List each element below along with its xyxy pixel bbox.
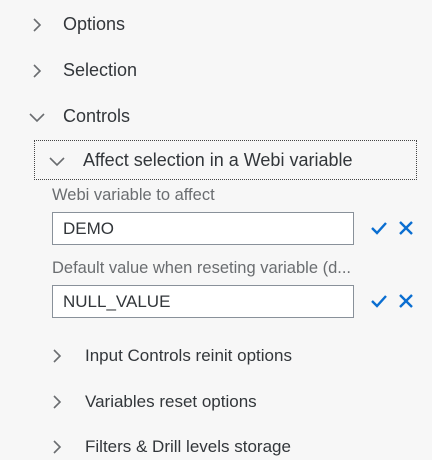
chevron-right-icon <box>48 438 66 456</box>
chevron-right-icon <box>28 16 46 34</box>
tree-item-label: Variables reset options <box>85 392 257 411</box>
tree-item-label: Input Controls reinit options <box>85 346 292 365</box>
tree-item-label: Controls <box>63 106 131 126</box>
tree-item-storage[interactable]: Filters & Drill levels storage <box>48 437 291 457</box>
close-icon[interactable] <box>397 292 415 310</box>
tree-item-options[interactable]: Options <box>28 14 125 35</box>
checkmark-icon[interactable] <box>370 292 388 310</box>
chevron-down-icon <box>28 108 46 126</box>
tree-item-label: Affect selection in a Webi variable <box>83 150 353 170</box>
tree-item-controls[interactable]: Controls <box>28 106 130 127</box>
tree-item-label: Options <box>63 14 126 34</box>
tree-item-selection[interactable]: Selection <box>28 60 137 81</box>
chevron-down-icon <box>48 152 66 170</box>
checkmark-icon[interactable] <box>370 219 388 237</box>
close-icon[interactable] <box>397 219 415 237</box>
tree-item-reinit-options[interactable]: Input Controls reinit options <box>48 346 292 366</box>
chevron-right-icon <box>48 393 66 411</box>
properties-panel: Options Selection Controls Affect select… <box>0 0 432 460</box>
default-field-caption: Default value when reseting variable (d.… <box>52 259 351 277</box>
tree-item-label: Selection <box>63 60 138 80</box>
tree-item-reset-options[interactable]: Variables reset options <box>48 392 257 412</box>
default-value-input[interactable] <box>52 285 354 318</box>
tree-item-affect-selection[interactable]: Affect selection in a Webi variable <box>48 150 352 171</box>
variable-input[interactable] <box>52 212 354 245</box>
chevron-right-icon <box>28 62 46 80</box>
variable-field-caption: Webi variable to affect <box>52 186 215 204</box>
chevron-right-icon <box>48 347 66 365</box>
tree-item-label: Filters & Drill levels storage <box>85 437 291 456</box>
